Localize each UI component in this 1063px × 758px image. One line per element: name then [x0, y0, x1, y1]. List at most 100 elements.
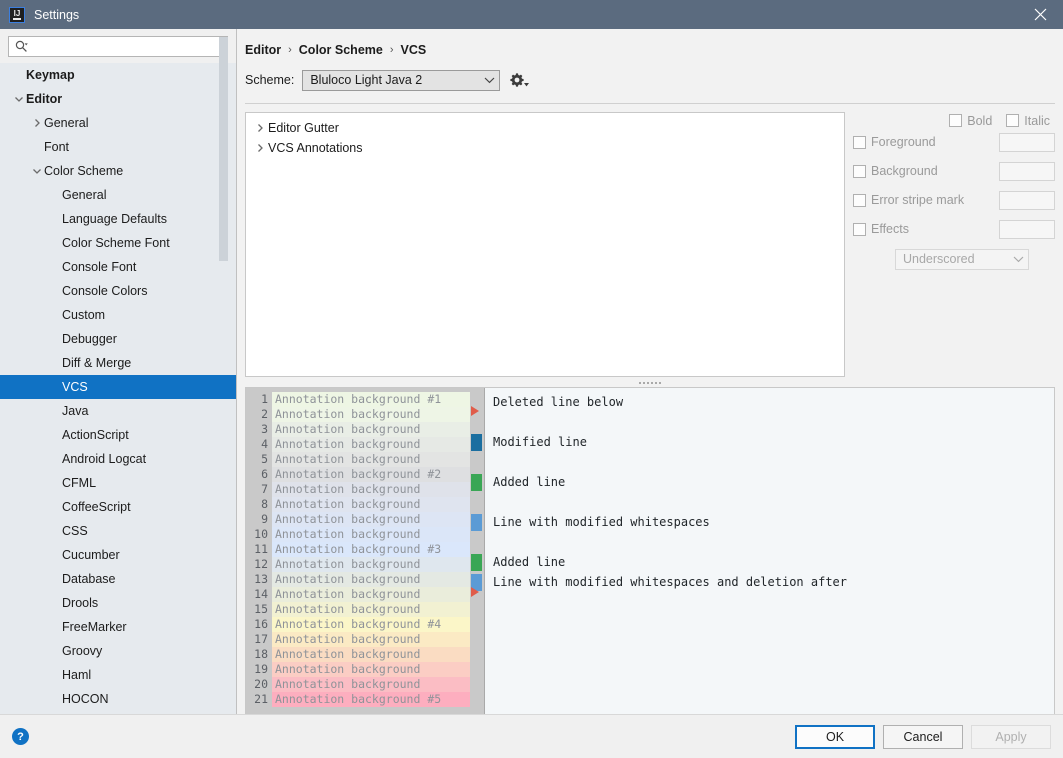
bold-label: Bold: [967, 114, 992, 128]
attribute-tree-item-editor-gutter[interactable]: Editor Gutter: [246, 118, 844, 138]
sidebar-item-color-scheme[interactable]: Color Scheme: [0, 159, 236, 183]
sidebar-item-font[interactable]: Font: [0, 135, 236, 159]
scheme-value: Bluloco Light Java 2: [310, 73, 484, 87]
bold-checkbox[interactable]: [949, 114, 962, 127]
sidebar-item-coffeescript[interactable]: CoffeeScript: [0, 495, 236, 519]
sidebar-item-freemarker[interactable]: FreeMarker: [0, 615, 236, 639]
error-stripe-mark-color-swatch[interactable]: [999, 191, 1055, 210]
sidebar-item-debugger[interactable]: Debugger: [0, 327, 236, 351]
sidebar-item-label: Language Defaults: [62, 207, 167, 231]
foreground-checkbox[interactable]: [853, 136, 866, 149]
preview-splitter[interactable]: [245, 379, 1055, 387]
sidebar-item-cucumber[interactable]: Cucumber: [0, 543, 236, 567]
italic-checkbox[interactable]: [1006, 114, 1019, 127]
effects-color-swatch[interactable]: [999, 220, 1055, 239]
breadcrumb-item-vcs[interactable]: VCS: [401, 43, 427, 57]
line-number: 17: [246, 632, 268, 647]
code-line: Line with modified whitespaces and delet…: [485, 572, 1054, 592]
attribute-tree-item-vcs-annotations[interactable]: VCS Annotations: [246, 138, 844, 158]
settings-tree[interactable]: KeymapEditorGeneralFontColor SchemeGener…: [0, 63, 236, 714]
sidebar-item-css[interactable]: CSS: [0, 519, 236, 543]
breadcrumb-item-editor[interactable]: Editor: [245, 43, 281, 57]
color-attribute-tree[interactable]: Editor GutterVCS Annotations: [245, 112, 845, 377]
annotation-line: Annotation background: [272, 647, 470, 662]
sidebar-item-label: Color Scheme Font: [62, 231, 170, 255]
sidebar-item-console-font[interactable]: Console Font: [0, 255, 236, 279]
bold-checkbox-item[interactable]: Bold: [949, 114, 992, 128]
annotation-background-lines: Annotation background #1Annotation backg…: [272, 388, 470, 714]
sidebar-item-label: Custom: [62, 303, 105, 327]
effects-label: Effects: [871, 222, 999, 236]
sidebar-item-language-defaults[interactable]: Language Defaults: [0, 207, 236, 231]
chevron-right-icon[interactable]: [32, 117, 44, 129]
line-number: 1: [246, 392, 268, 407]
sidebar-scrollbar-track[interactable]: [223, 29, 232, 714]
intellij-idea-logo-icon: IJ: [9, 7, 25, 23]
effects-checkbox[interactable]: [853, 223, 866, 236]
breadcrumb-item-color-scheme[interactable]: Color Scheme: [299, 43, 383, 57]
chevron-down-icon[interactable]: [14, 93, 26, 105]
sidebar-item-cfml[interactable]: CFML: [0, 471, 236, 495]
attributes-area: Editor GutterVCS Annotations Bold Italic…: [237, 104, 1063, 377]
search-box[interactable]: [8, 36, 228, 57]
line-number: 16: [246, 617, 268, 632]
sidebar-item-java[interactable]: Java: [0, 399, 236, 423]
scheme-settings-button[interactable]: [508, 69, 530, 91]
sidebar-item-general[interactable]: General: [0, 111, 236, 135]
sidebar-item-label: Color Scheme: [44, 159, 123, 183]
sidebar-item-actionscript[interactable]: ActionScript: [0, 423, 236, 447]
code-line: [485, 492, 1054, 512]
sidebar-item-vcs[interactable]: VCS: [0, 375, 236, 399]
sidebar-item-label: Font: [44, 135, 69, 159]
sidebar-item-groovy[interactable]: Groovy: [0, 639, 236, 663]
code-line: [485, 532, 1054, 552]
sidebar-item-label: Keymap: [26, 63, 75, 87]
sidebar-item-label: Debugger: [62, 327, 117, 351]
tree-spacer: [50, 213, 62, 225]
sidebar-item-haml[interactable]: Haml: [0, 663, 236, 687]
annotation-line: Annotation background: [272, 557, 470, 572]
attribute-row-foreground: Foreground: [853, 128, 1055, 157]
sidebar-item-drools[interactable]: Drools: [0, 591, 236, 615]
background-color-swatch[interactable]: [999, 162, 1055, 181]
ok-button[interactable]: OK: [795, 725, 875, 749]
attribute-editor-panel: Bold Italic ForegroundBackgroundError st…: [845, 112, 1055, 377]
italic-checkbox-item[interactable]: Italic: [1006, 114, 1050, 128]
sidebar-item-console-colors[interactable]: Console Colors: [0, 279, 236, 303]
line-number: 5: [246, 452, 268, 467]
sidebar-item-hocon[interactable]: HOCON: [0, 687, 236, 711]
close-button[interactable]: [1017, 0, 1063, 29]
annotation-preview[interactable]: 123456789101112131415161718192021 Annota…: [246, 388, 470, 714]
sidebar-item-android-logcat[interactable]: Android Logcat: [0, 447, 236, 471]
tree-spacer: [50, 237, 62, 249]
chevron-right-icon[interactable]: [252, 123, 268, 133]
scheme-dropdown[interactable]: Bluloco Light Java 2: [302, 70, 500, 91]
sidebar-item-general[interactable]: General: [0, 183, 236, 207]
code-preview[interactable]: Deleted line below Modified line Added l…: [484, 388, 1054, 714]
sidebar-item-editor[interactable]: Editor: [0, 87, 236, 111]
sidebar-item-keymap[interactable]: Keymap: [0, 63, 236, 87]
sidebar-item-custom[interactable]: Custom: [0, 303, 236, 327]
cancel-button[interactable]: Cancel: [883, 725, 963, 749]
chevron-right-icon[interactable]: [252, 143, 268, 153]
sidebar-item-label: General: [44, 111, 88, 135]
effect-type-dropdown[interactable]: Underscored: [895, 249, 1029, 270]
sidebar-item-color-scheme-font[interactable]: Color Scheme Font: [0, 231, 236, 255]
annotation-line: Annotation background: [272, 512, 470, 527]
foreground-color-swatch[interactable]: [999, 133, 1055, 152]
search-input[interactable]: [28, 37, 227, 56]
tree-spacer: [50, 477, 62, 489]
sidebar-item-database[interactable]: Database: [0, 567, 236, 591]
tree-spacer: [50, 357, 62, 369]
annotation-line: Annotation background #2: [272, 467, 470, 482]
background-checkbox[interactable]: [853, 165, 866, 178]
chevron-down-icon: [1013, 255, 1024, 263]
error-stripe-mark-checkbox[interactable]: [853, 194, 866, 207]
chevron-down-icon[interactable]: [32, 165, 44, 177]
sidebar-item-label: Editor: [26, 87, 62, 111]
sidebar-scrollbar-thumb[interactable]: [219, 37, 228, 261]
sidebar-item-diff-merge[interactable]: Diff & Merge: [0, 351, 236, 375]
help-button[interactable]: ?: [12, 728, 29, 745]
line-number: 2: [246, 407, 268, 422]
annotation-line: Annotation background: [272, 632, 470, 647]
